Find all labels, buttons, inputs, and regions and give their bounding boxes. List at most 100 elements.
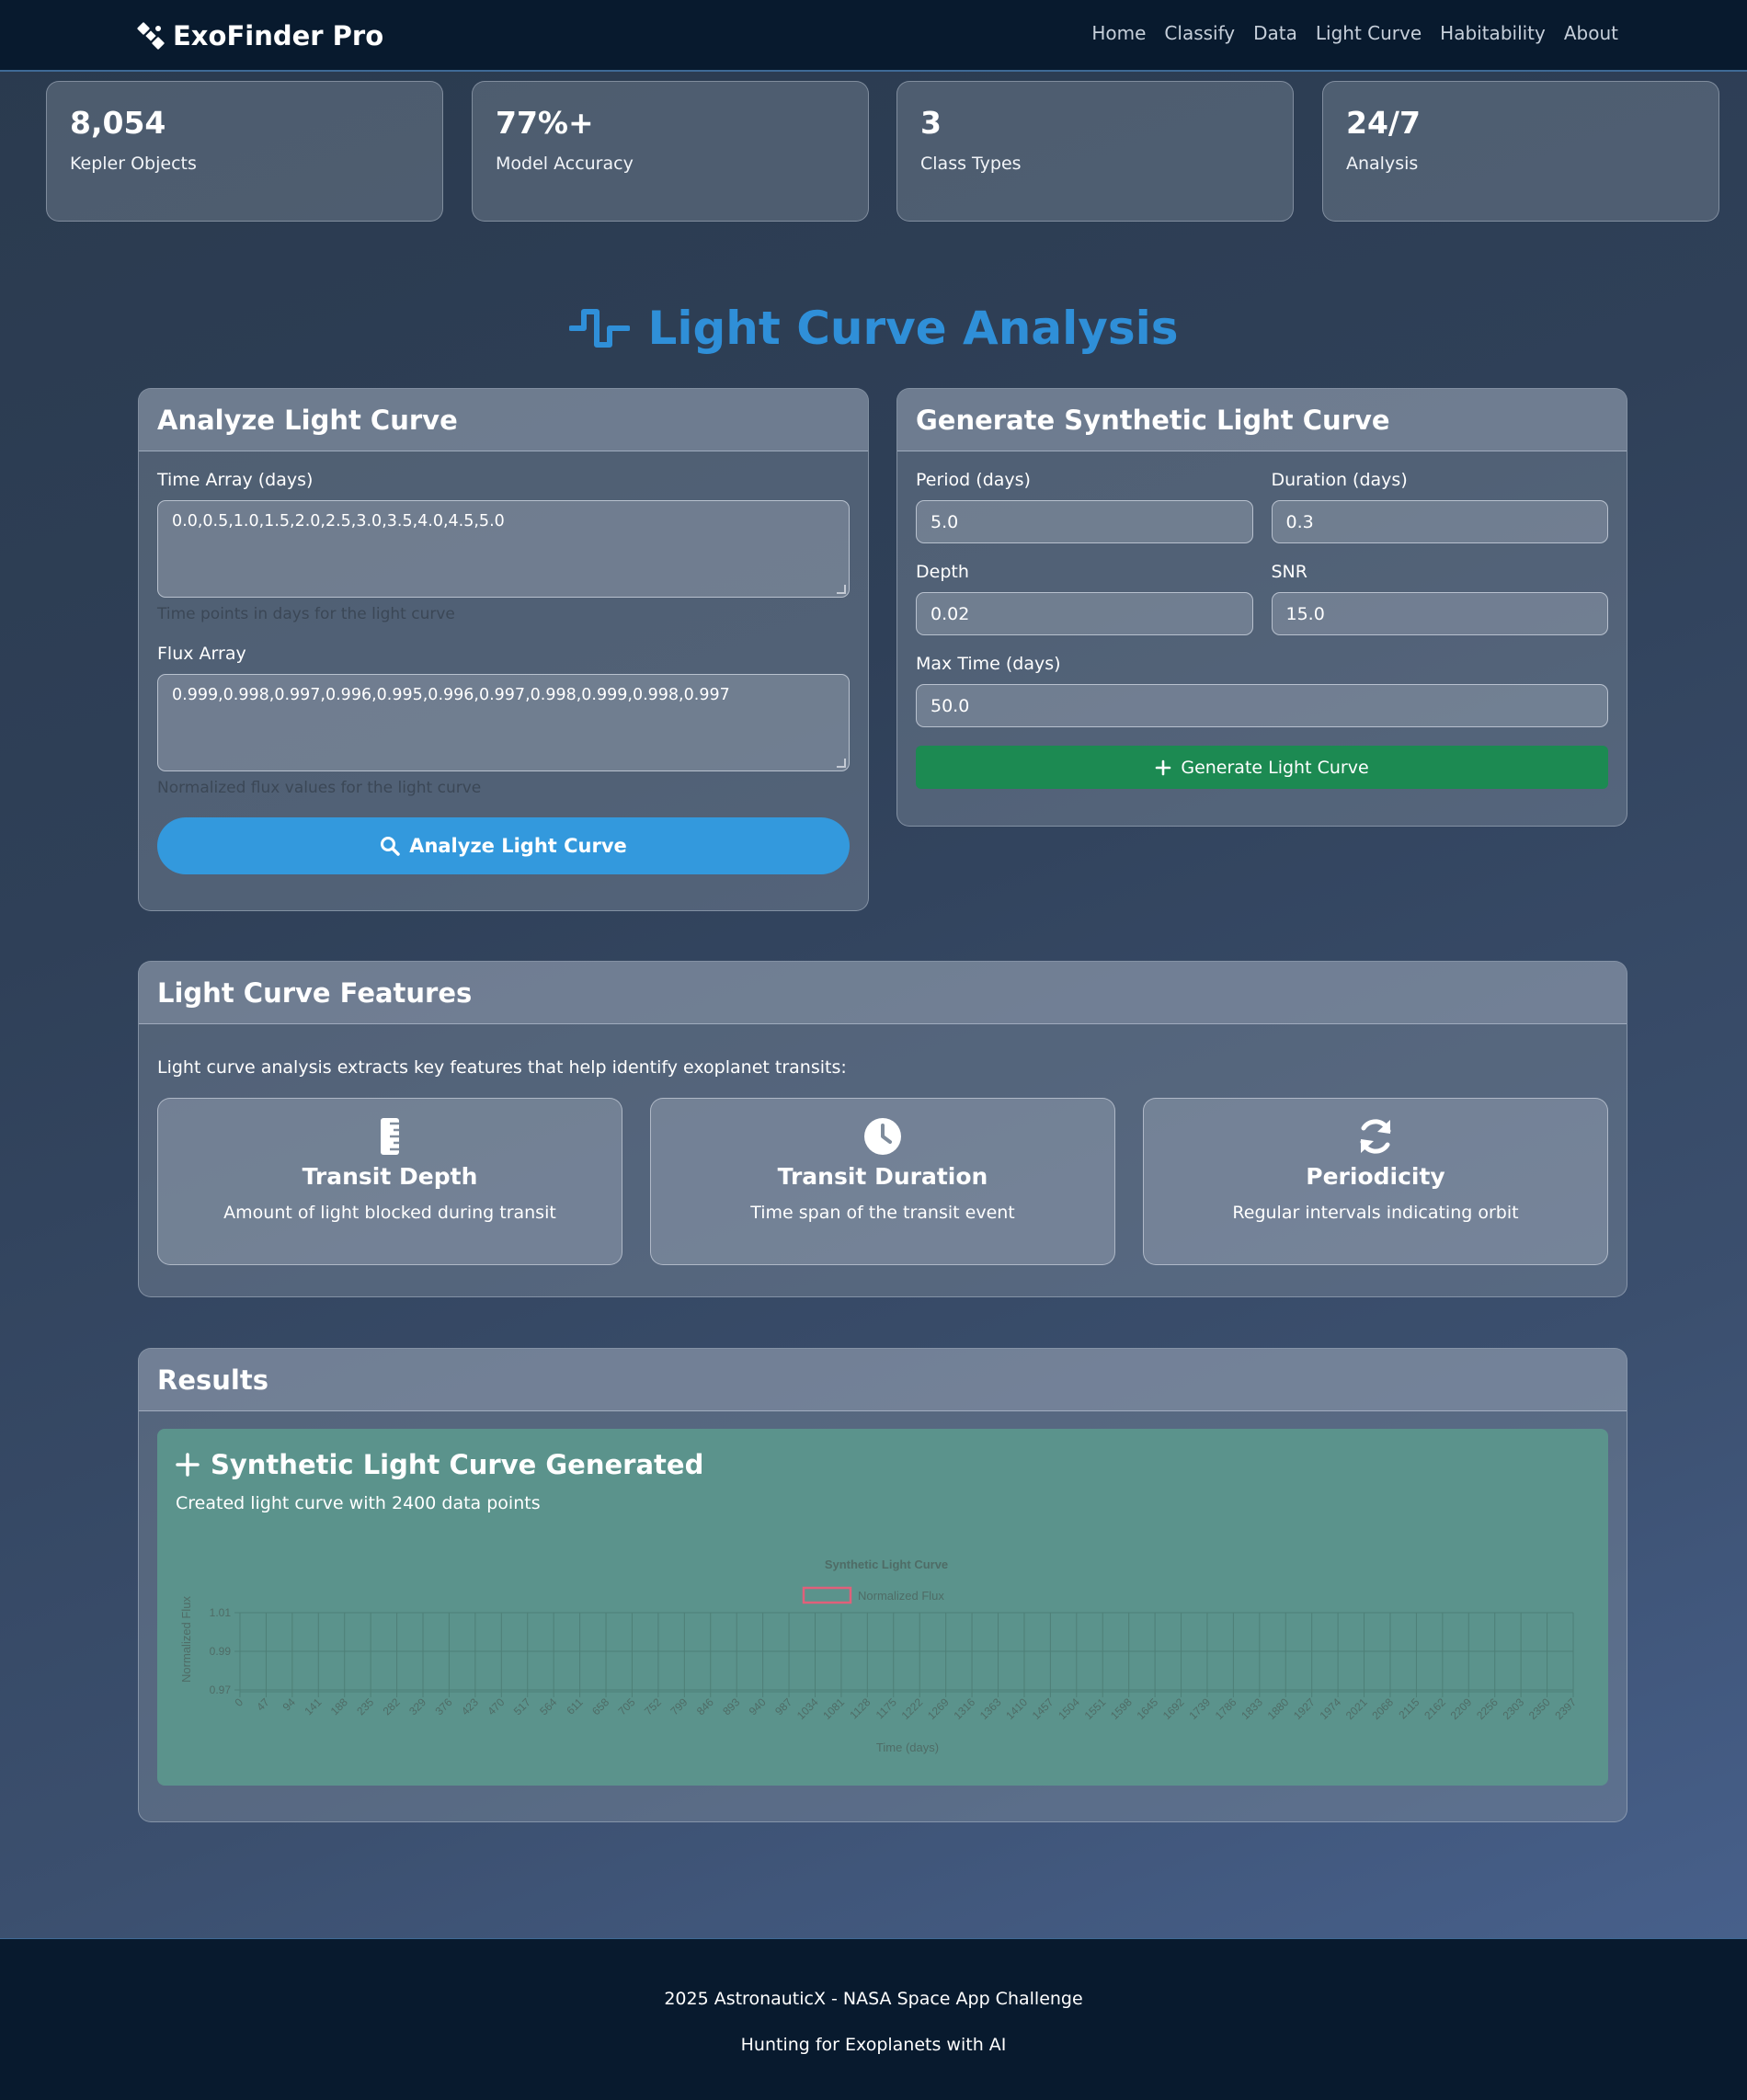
light-curve-chart[interactable]: Synthetic Light Curve Normalized Flux No… (157, 1532, 1608, 1780)
x-tick-label: 611 (564, 1695, 586, 1718)
page-title-text: Light Curve Analysis (647, 302, 1179, 355)
x-tick-label: 1786 (1213, 1695, 1239, 1722)
x-tick-label: 282 (381, 1695, 403, 1718)
chart-grid (234, 1612, 1574, 1697)
x-tick-label: 1128 (847, 1695, 873, 1721)
x-tick-label: 1598 (1108, 1695, 1135, 1722)
y-ticks: 1.01 0.99 0.97 (210, 1606, 232, 1696)
x-tick-label: 1363 (977, 1695, 1004, 1722)
stat-label: Kepler Objects (70, 153, 197, 174)
footer-line-1: 2025 AstronauticX - NASA Space App Chall… (664, 1989, 1083, 2009)
x-tick-label: 2162 (1422, 1695, 1448, 1722)
x-tick-label: 517 (511, 1695, 533, 1718)
analyze-card: Analyze Light Curve Time Array (days) 0.… (138, 388, 869, 911)
period-input[interactable]: 5.0 (916, 500, 1253, 543)
x-tick-label: 1551 (1082, 1695, 1109, 1722)
wave-square-icon (568, 309, 630, 348)
sync-icon (1360, 1119, 1391, 1154)
y-tick-label: 0.97 (210, 1683, 232, 1696)
x-tick-label: 188 (328, 1695, 350, 1718)
results-card: Results Synthetic Light Curve Generated … (138, 1348, 1627, 1822)
results-card-title: Results (139, 1349, 1627, 1411)
footer: 2025 AstronauticX - NASA Space App Chall… (0, 1938, 1747, 2100)
generate-button-label: Generate Light Curve (1181, 757, 1369, 778)
footer-line-2: Hunting for Exoplanets with AI (740, 2035, 1007, 2055)
plus-icon (1156, 759, 1171, 775)
max-time-label: Max Time (days) (916, 654, 1061, 674)
depth-input[interactable]: 0.02 (916, 592, 1253, 635)
brand[interactable]: ExoFinder Pro (136, 18, 383, 53)
result-alert: Synthetic Light Curve Generated Created … (157, 1429, 1608, 1786)
stat-kepler-objects: 8,054 Kepler Objects (46, 81, 443, 222)
x-tick-label: 705 (616, 1695, 638, 1718)
x-tick-label: 1034 (794, 1695, 821, 1722)
x-tick-label: 2021 (1343, 1695, 1370, 1722)
flux-array-value: 0.999,0.998,0.997,0.996,0.995,0.996,0.99… (172, 686, 730, 704)
legend-label[interactable]: Normalized Flux (858, 1589, 944, 1603)
features-intro: Light curve analysis extracts key featur… (157, 1057, 847, 1078)
analyze-card-body: Time Array (days) 0.0,0.5,1.0,1.5,2.0,2.… (139, 451, 868, 893)
nav-home[interactable]: Home (1091, 22, 1146, 44)
generate-button[interactable]: Generate Light Curve (916, 746, 1608, 789)
x-tick-label: 1081 (820, 1695, 847, 1722)
navbar: ExoFinder Pro Home Classify Data Light C… (0, 0, 1747, 72)
period-label: Period (days) (916, 470, 1031, 490)
nav-about[interactable]: About (1564, 22, 1618, 44)
x-tick-label: 1410 (1003, 1695, 1030, 1722)
result-title: Synthetic Light Curve Generated (176, 1449, 703, 1480)
x-tick-label: 1974 (1317, 1695, 1343, 1722)
x-tick-label: 1269 (925, 1695, 952, 1722)
x-tick-label: 94 (280, 1695, 299, 1714)
x-tick-label: 752 (642, 1695, 664, 1718)
y-tick-label: 1.01 (210, 1606, 232, 1619)
x-tick-label: 1927 (1291, 1695, 1318, 1722)
x-tick-label: 1504 (1056, 1695, 1082, 1722)
nav-data[interactable]: Data (1253, 22, 1297, 44)
x-tick-label: 1175 (874, 1695, 899, 1721)
feature-periodicity: Periodicity Regular intervals indicating… (1143, 1098, 1608, 1265)
time-array-hint: Time points in days for the light curve (157, 605, 455, 623)
x-tick-label: 940 (747, 1695, 769, 1718)
time-array-value: 0.0,0.5,1.0,1.5,2.0,2.5,3.0,3.5,4.0,4.5,… (172, 512, 505, 531)
x-tick-label: 799 (668, 1695, 690, 1718)
resize-grip[interactable] (837, 585, 846, 594)
features-card: Light Curve Features Light curve analysi… (138, 961, 1627, 1297)
legend-swatch[interactable] (802, 1586, 852, 1604)
chart-title: Synthetic Light Curve (825, 1558, 948, 1571)
x-tick-label: 1457 (1030, 1695, 1056, 1722)
x-tick-label: 1692 (1160, 1695, 1187, 1722)
snr-input[interactable]: 15.0 (1271, 592, 1608, 635)
nav-habitability[interactable]: Habitability (1440, 22, 1546, 44)
x-tick-label: 2068 (1369, 1695, 1396, 1722)
features-card-title: Light Curve Features (139, 962, 1627, 1024)
x-tick-label: 423 (459, 1695, 481, 1718)
x-tick-label: 0 (232, 1695, 245, 1709)
x-tick-label: 2303 (1500, 1695, 1526, 1722)
max-time-input[interactable]: 50.0 (916, 684, 1608, 727)
x-tick-label: 2115 (1396, 1695, 1422, 1721)
time-array-input[interactable]: 0.0,0.5,1.0,1.5,2.0,2.5,3.0,3.5,4.0,4.5,… (157, 500, 850, 598)
brand-name: ExoFinder Pro (173, 20, 384, 51)
feature-title: Periodicity (1306, 1163, 1445, 1190)
analyze-button[interactable]: Analyze Light Curve (157, 817, 850, 874)
x-tick-label: 2209 (1448, 1695, 1475, 1722)
x-tick-label: 1739 (1186, 1695, 1213, 1722)
stat-label: Analysis (1346, 153, 1419, 174)
feature-title: Transit Duration (777, 1163, 988, 1190)
clock-icon (864, 1118, 901, 1155)
ruler-icon (381, 1118, 399, 1155)
time-array-label: Time Array (days) (157, 470, 314, 490)
flux-array-input[interactable]: 0.999,0.998,0.997,0.996,0.995,0.996,0.99… (157, 674, 850, 771)
nav-classify[interactable]: Classify (1164, 22, 1235, 44)
nav-light-curve[interactable]: Light Curve (1316, 22, 1422, 44)
x-tick-label: 1316 (951, 1695, 977, 1722)
feature-title: Transit Depth (302, 1163, 478, 1190)
stat-value: 77%+ (496, 105, 594, 141)
depth-label: Depth (916, 562, 969, 582)
x-tick-label: 1880 (1265, 1695, 1292, 1722)
resize-grip[interactable] (837, 759, 846, 768)
duration-input[interactable]: 0.3 (1271, 500, 1608, 543)
result-title-text: Synthetic Light Curve Generated (211, 1449, 704, 1480)
x-tick-label: 658 (589, 1695, 611, 1718)
x-tick-label: 470 (485, 1695, 507, 1718)
